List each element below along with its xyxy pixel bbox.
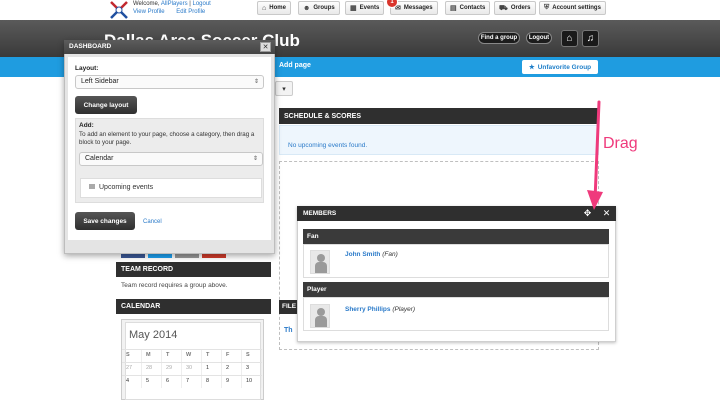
edit-profile-link[interactable]: Edit Profile — [176, 9, 205, 15]
nav-events-button[interactable]: ▦ Events — [345, 1, 385, 15]
top-logout-link[interactable]: Logout — [193, 1, 211, 7]
calendar-month: May 2014 — [129, 329, 178, 341]
files-panel-text: Th — [284, 327, 293, 334]
schedule-panel-header: SCHEDULE & SCORES — [279, 108, 599, 124]
calendar-day[interactable]: 2 — [222, 363, 242, 375]
nav-account-settings-button[interactable]: ⛨ Account settings — [539, 1, 606, 15]
calendar-icon: ▦ — [350, 5, 357, 12]
contacts-icon: ▤ — [450, 5, 457, 12]
schedule-panel-body — [279, 125, 599, 155]
close-icon: ✕ — [262, 44, 269, 51]
upcoming-events-block[interactable]: Upcoming events — [80, 178, 262, 198]
calendar-day[interactable]: 27 — [122, 363, 142, 375]
calendar-day[interactable]: 30 — [182, 363, 202, 375]
cancel-link[interactable]: Cancel — [143, 219, 162, 225]
dashboard-close-button[interactable]: ✕ — [260, 42, 271, 52]
calendar-day[interactable]: 29 — [162, 363, 182, 375]
member-link[interactable]: Sherry Phillips — [345, 306, 391, 313]
change-layout-button[interactable]: Change layout — [75, 96, 137, 114]
team-record-text: Team record requires a group above. — [121, 282, 228, 289]
drag-annotation-label: Drag — [603, 135, 638, 152]
calendar-day[interactable]: 9 — [222, 376, 242, 388]
cart-icon: ⛟ — [499, 4, 508, 12]
find-group-button[interactable]: Find a group — [478, 32, 520, 44]
add-page-link[interactable]: Add page — [279, 62, 311, 69]
layout-label: Layout: — [75, 65, 99, 72]
club-logo[interactable] — [108, 0, 130, 20]
members-panel-header[interactable]: MEMBERS — [297, 206, 616, 221]
layout-select[interactable]: Left Sidebar ⇕ — [75, 75, 264, 89]
welcome-text: Welcome, AllPlayers | Logout — [133, 1, 211, 7]
calendar-day[interactable]: 3 — [242, 363, 262, 375]
chevron-down-icon: ▾ — [282, 85, 286, 93]
category-select[interactable]: Calendar ⇕ — [79, 152, 263, 166]
calendar-day[interactable]: 1 — [202, 363, 222, 375]
notifications-button[interactable]: ♫ — [582, 30, 599, 47]
nav-contacts-button[interactable]: ▤ Contacts — [445, 1, 491, 15]
drag-arrow-annotation — [587, 100, 603, 210]
home-icon: ⌂ — [566, 33, 573, 44]
schedule-empty-message: No upcoming events found. — [288, 142, 368, 149]
groups-icon: ☻ — [303, 4, 311, 12]
team-record-header: TEAM RECORD — [116, 262, 271, 277]
nav-home-button[interactable]: ⌂ Home — [257, 1, 291, 15]
calendar-day[interactable]: 28 — [142, 363, 162, 375]
member-group-header: Fan — [303, 229, 609, 244]
select-arrows-icon: ⇕ — [253, 79, 259, 85]
calendar-header: CALENDAR — [116, 299, 271, 314]
save-changes-button[interactable]: Save changes — [75, 212, 135, 230]
shield-icon: ⛨ — [544, 4, 550, 11]
nav-orders-button[interactable]: ⛟ Orders — [494, 1, 536, 15]
calendar-day[interactable]: 6 — [162, 376, 182, 388]
calendar-day[interactable]: 5 — [142, 376, 162, 388]
add-help-text: To add an element to your page, choose a… — [79, 131, 255, 146]
star-icon: ★ — [528, 64, 535, 71]
page-select-dropdown[interactable]: ▾ — [275, 81, 293, 96]
member-name: Sherry Phillips (Player) — [345, 306, 416, 313]
home-icon-button[interactable]: ⌂ — [561, 30, 578, 47]
unfavorite-group-button[interactable]: ★ Unfavorite Group — [522, 60, 598, 74]
club-logout-button[interactable]: Logout — [526, 32, 552, 44]
drag-grip-icon — [89, 184, 95, 189]
member-row — [303, 244, 609, 278]
member-link[interactable]: John Smith — [345, 251, 380, 258]
avatar — [310, 304, 330, 328]
view-profile-link[interactable]: View Profile — [133, 9, 165, 15]
nav-groups-button[interactable]: ☻ Groups — [298, 1, 340, 15]
bell-icon: ♫ — [586, 33, 595, 44]
home-icon: ⌂ — [262, 4, 267, 12]
calendar-grid: SMTWTFS 27 28 29 30 1 2 3 4 5 6 7 8 9 10 — [122, 349, 262, 388]
welcome-user-link[interactable]: AllPlayers — [161, 1, 188, 7]
add-label: Add: — [79, 122, 94, 129]
calendar-day[interactable]: 4 — [122, 376, 142, 388]
calendar-day[interactable]: 10 — [242, 376, 262, 388]
dashboard-title[interactable]: DASHBOARD — [64, 40, 275, 54]
avatar — [310, 250, 330, 274]
member-group-header: Player — [303, 282, 609, 297]
member-name: John Smith (Fan) — [345, 251, 398, 258]
member-row — [303, 297, 609, 331]
calendar-day[interactable]: 7 — [182, 376, 202, 388]
calendar-day[interactable]: 8 — [202, 376, 222, 388]
select-arrows-icon: ⇕ — [252, 156, 258, 162]
